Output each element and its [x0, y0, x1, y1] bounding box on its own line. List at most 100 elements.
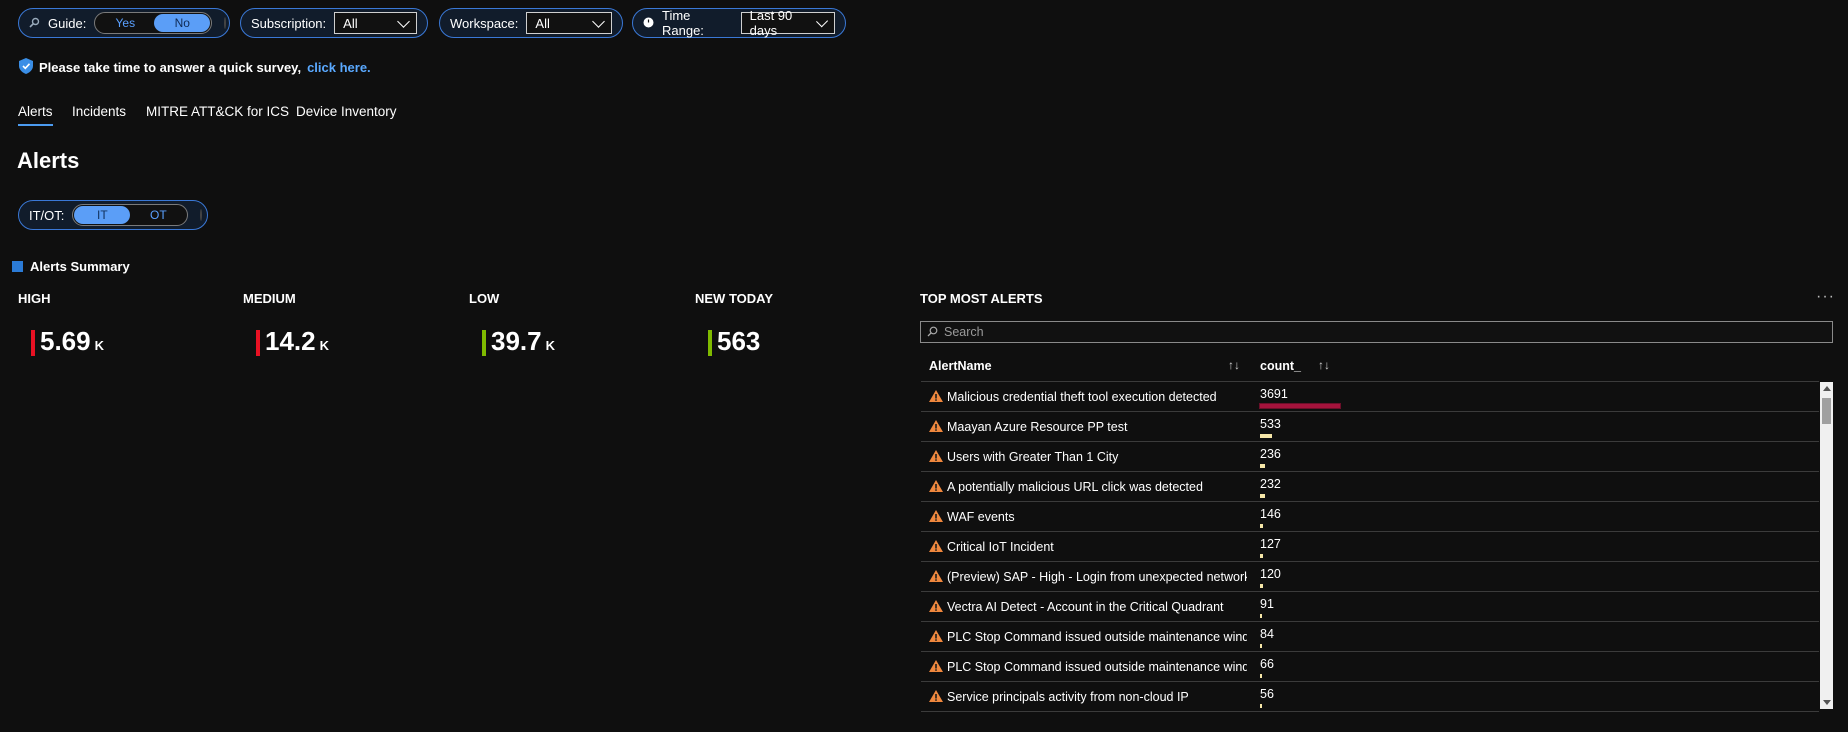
- alert-name: PLC Stop Command issued outside maintena…: [947, 660, 1247, 674]
- info-icon: [200, 209, 203, 221]
- guide-no-option[interactable]: No: [154, 14, 211, 32]
- page-title: Alerts: [17, 148, 80, 173]
- sort-icon[interactable]: ↑↓: [1318, 358, 1330, 372]
- count-bar: [1260, 614, 1262, 618]
- alert-count: 91: [1260, 597, 1274, 611]
- count-bar: [1260, 434, 1272, 438]
- alert-count: 127: [1260, 537, 1281, 551]
- tile-medium-label: MEDIUM: [243, 291, 296, 306]
- workspace-label: Workspace:: [450, 15, 519, 31]
- subscription-dropdown[interactable]: All: [334, 12, 417, 34]
- tab-alerts[interactable]: Alerts: [18, 104, 53, 126]
- itot-toggle[interactable]: IT OT: [72, 204, 189, 226]
- table-row[interactable]: PLC Stop Command issued outside maintena…: [921, 651, 1819, 682]
- tile-medium-value: 14.2 K: [265, 326, 329, 356]
- subscription-filter: Subscription: All: [240, 8, 428, 38]
- tab-device-inventory[interactable]: Device Inventory: [296, 104, 397, 119]
- table-row[interactable]: Malicious credential theft tool executio…: [921, 381, 1819, 412]
- alert-count: 84: [1260, 627, 1274, 641]
- tile-medium-bar: [256, 330, 260, 356]
- alert-name: WAF events: [947, 510, 1015, 524]
- tile-new-today-bar: [708, 330, 712, 356]
- tile-low-value: 39.7 K: [491, 326, 555, 356]
- guide-yes-option[interactable]: Yes: [96, 14, 154, 32]
- table-row[interactable]: Critical IoT Incident 127: [921, 531, 1819, 562]
- scroll-up-arrow[interactable]: [1823, 386, 1831, 391]
- itot-filter: IT/OT: IT OT: [18, 200, 208, 230]
- workspace-filter: Workspace: All: [439, 8, 623, 38]
- alert-count: 232: [1260, 477, 1281, 491]
- summary-square-icon: [12, 261, 23, 272]
- chevron-down-icon: [397, 14, 410, 28]
- survey-link[interactable]: click here.: [307, 60, 371, 75]
- alert-name: Critical IoT Incident: [947, 540, 1054, 554]
- table-row[interactable]: Vectra AI Detect - Account in the Critic…: [921, 591, 1819, 622]
- count-bar: [1260, 494, 1265, 498]
- table-row[interactable]: WAF events 146: [921, 501, 1819, 532]
- count-bar: [1260, 554, 1263, 558]
- summary-title: Alerts Summary: [30, 259, 130, 274]
- itot-it-option[interactable]: IT: [74, 206, 131, 224]
- count-bar: [1260, 674, 1262, 678]
- itot-label: IT/OT:: [29, 207, 65, 223]
- workspace-dropdown[interactable]: All: [526, 12, 612, 34]
- chevron-down-icon: [592, 14, 605, 28]
- search-box[interactable]: Search: [920, 321, 1833, 343]
- table-row[interactable]: Service principals activity from non-clo…: [921, 681, 1819, 712]
- shield-icon: [19, 58, 33, 77]
- table-row[interactable]: A potentially malicious URL click was de…: [921, 471, 1819, 502]
- itot-ot-option[interactable]: OT: [130, 206, 186, 224]
- alert-count: 3691: [1260, 387, 1288, 401]
- guide-toggle[interactable]: Yes No: [94, 12, 213, 34]
- table-bottom-border: [921, 711, 1819, 712]
- count-bar: [1260, 644, 1262, 648]
- workspace-value: All: [535, 15, 550, 31]
- summary-header: Alerts Summary: [12, 259, 130, 274]
- col-header-count[interactable]: count_: [1260, 359, 1301, 373]
- count-bar: [1260, 704, 1262, 708]
- table-scrollbar[interactable]: [1820, 382, 1833, 709]
- alert-count: 66: [1260, 657, 1274, 671]
- table-row[interactable]: PLC Stop Command issued outside maintena…: [921, 621, 1819, 652]
- table-row[interactable]: Maayan Azure Resource PP test 533: [921, 411, 1819, 442]
- alert-count: 56: [1260, 687, 1274, 701]
- time-range-dropdown[interactable]: Last 90 days: [740, 8, 835, 38]
- clock-icon: [643, 16, 654, 31]
- table-row[interactable]: Users with Greater Than 1 City 236: [921, 441, 1819, 472]
- warning-icon: [929, 450, 943, 465]
- tile-high-bar: [31, 330, 35, 356]
- warning-icon: [929, 540, 943, 555]
- tile-new-today-label: NEW TODAY: [695, 291, 774, 306]
- alert-name: Service principals activity from non-clo…: [947, 690, 1189, 704]
- survey-text: Please take time to answer a quick surve…: [39, 60, 302, 75]
- count-bar: [1259, 403, 1341, 409]
- top-alerts-title: TOP MOST ALERTS: [920, 291, 1043, 306]
- col-header-alertname[interactable]: AlertName: [929, 359, 992, 373]
- tile-high-label: HIGH: [18, 291, 51, 306]
- warning-icon: [929, 510, 943, 525]
- alert-name: A potentially malicious URL click was de…: [947, 480, 1203, 494]
- tab-mitre-attack-ics[interactable]: MITRE ATT&CK for ICS: [146, 104, 289, 119]
- warning-icon: [929, 630, 943, 645]
- scroll-thumb[interactable]: [1822, 398, 1831, 424]
- sort-icon[interactable]: ↑↓: [1228, 358, 1240, 372]
- scroll-down-arrow[interactable]: [1823, 700, 1831, 705]
- search-placeholder: Search: [944, 325, 984, 339]
- alert-count: 236: [1260, 447, 1281, 461]
- alert-name: Users with Greater Than 1 City: [947, 450, 1119, 464]
- warning-icon: [929, 390, 943, 405]
- guide-filter: Guide: Yes No: [18, 8, 230, 38]
- more-options-icon[interactable]: ···: [1816, 288, 1835, 306]
- tile-low-label: LOW: [469, 291, 500, 306]
- magnifier-icon: [29, 16, 40, 31]
- tab-incidents[interactable]: Incidents: [72, 104, 126, 119]
- warning-icon: [929, 690, 943, 705]
- alert-count: 146: [1260, 507, 1281, 521]
- alert-count: 533: [1260, 417, 1281, 431]
- table-row[interactable]: (Preview) SAP - High - Login from unexpe…: [921, 561, 1819, 592]
- tile-low-bar: [482, 330, 486, 356]
- warning-icon: [929, 660, 943, 675]
- tile-high-value: 5.69 K: [40, 326, 104, 356]
- count-bar: [1260, 464, 1265, 468]
- tile-new-today-value: 563: [717, 326, 761, 356]
